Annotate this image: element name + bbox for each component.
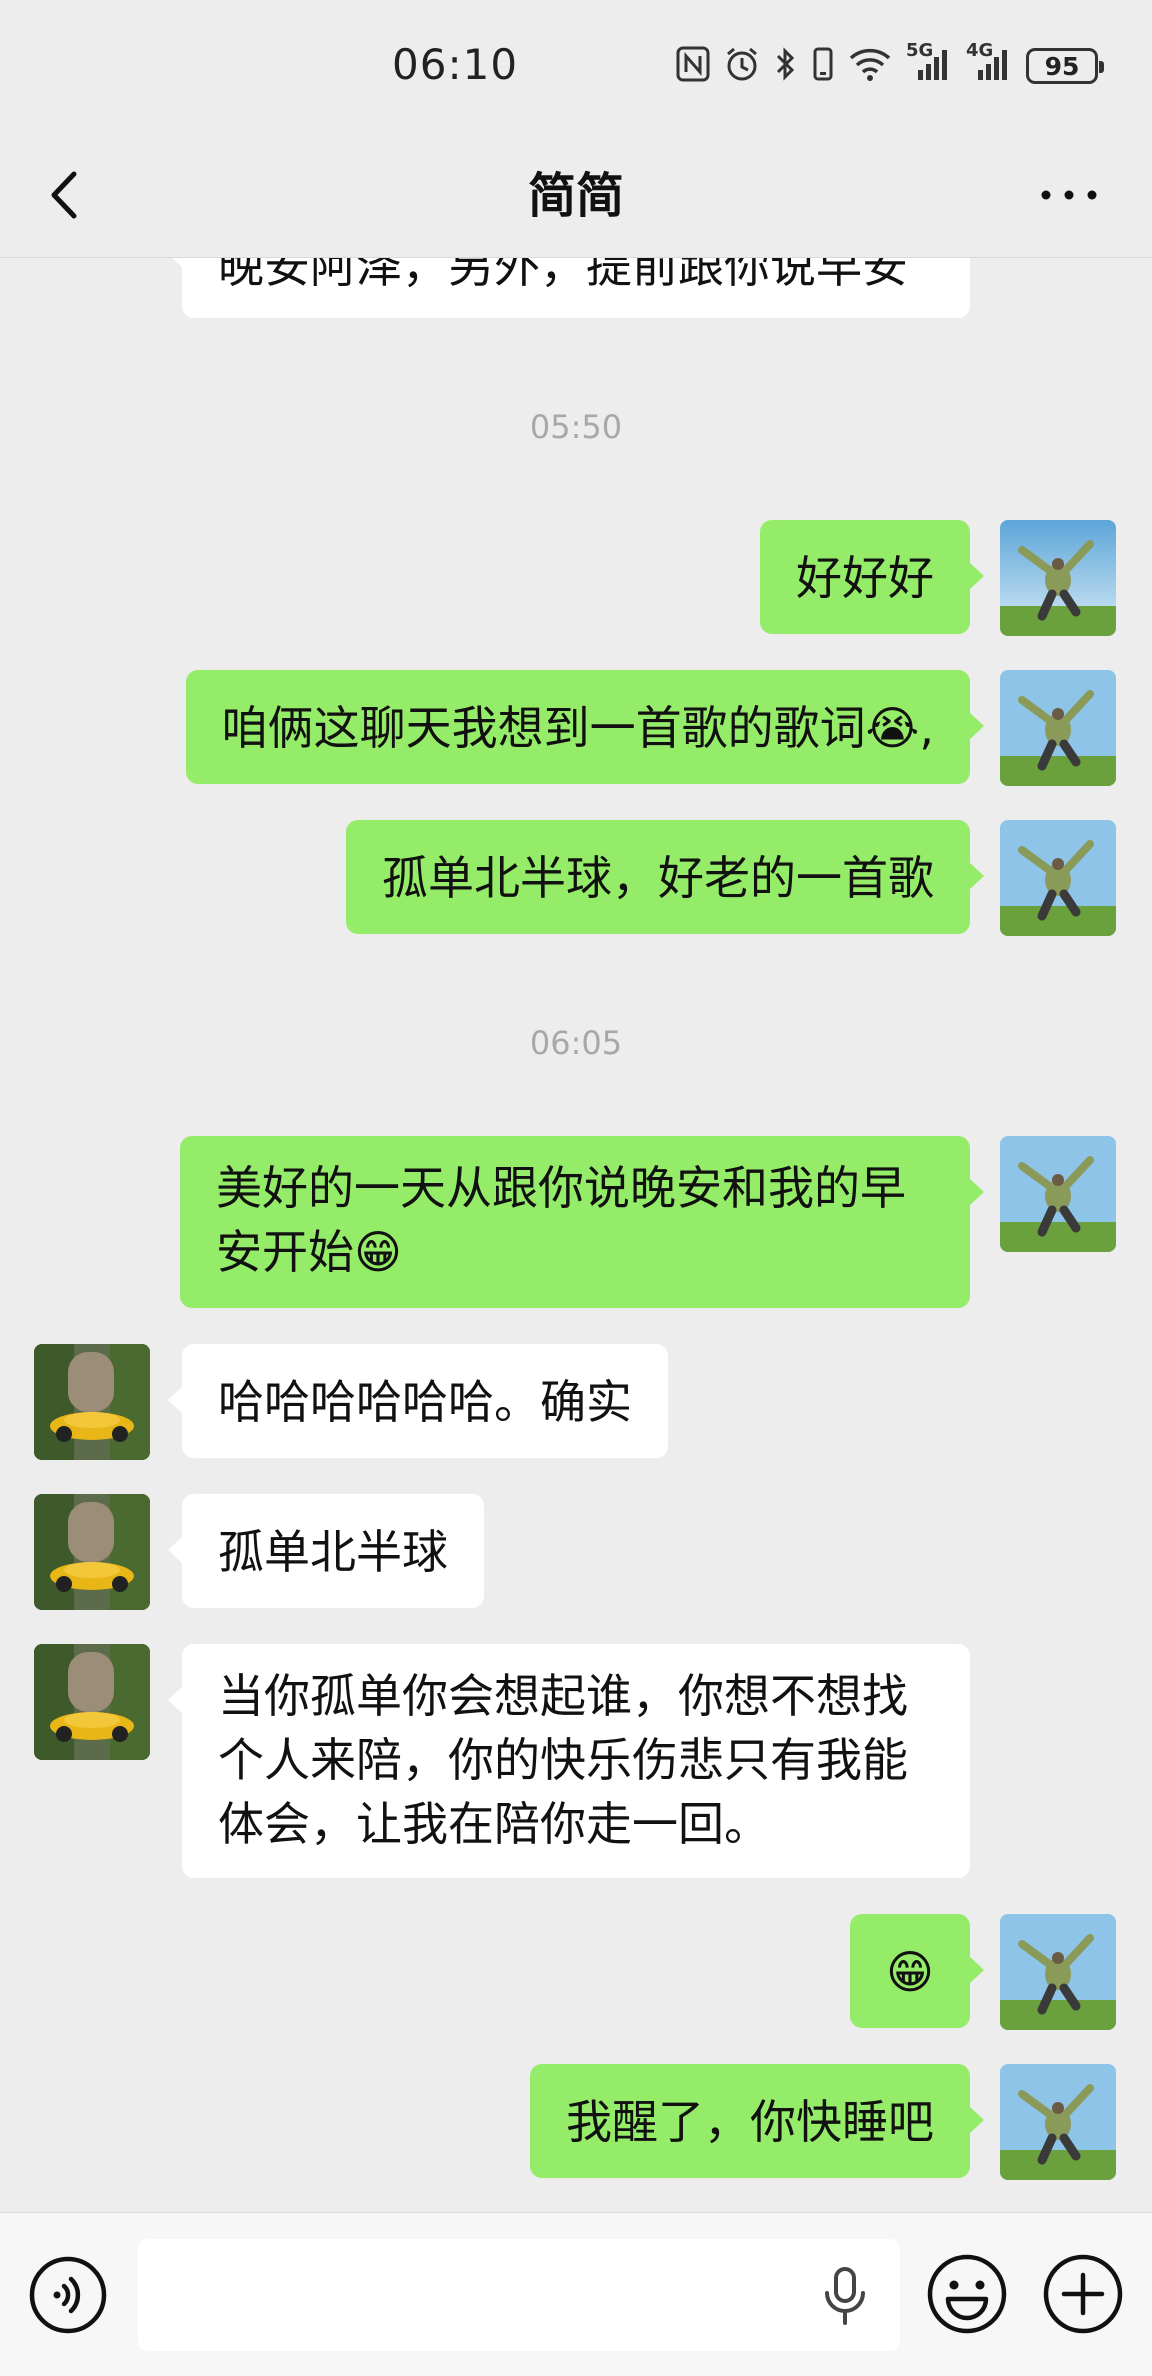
vibrate-icon bbox=[812, 46, 834, 86]
message-text: 好好好 bbox=[796, 551, 934, 605]
plus-icon[interactable] bbox=[1042, 2253, 1124, 2335]
status-time: 06:10 bbox=[392, 40, 519, 89]
signal-4g-icon: 4G bbox=[966, 40, 1012, 86]
message-text: 美好的一天从跟你说晚安和我的早安开始😁 bbox=[216, 1161, 906, 1279]
chat-header: 简简 bbox=[0, 130, 1152, 258]
battery-icon: 95 bbox=[1026, 48, 1104, 84]
avatar-self[interactable] bbox=[1000, 1914, 1116, 2030]
timestamp: 06:05 bbox=[529, 1024, 623, 1062]
message-text: 孤单北半球，好老的一首歌 bbox=[382, 851, 934, 905]
message-text: 当你孤单你会想起谁，你想不想找个人来陪，你的快乐伤悲只有我能体会，让我在陪你走一… bbox=[218, 1669, 908, 1851]
chat-title: 简简 bbox=[527, 168, 624, 224]
signal-5g-icon: 5G bbox=[906, 40, 952, 86]
message-input[interactable] bbox=[138, 2239, 900, 2351]
avatar-self[interactable] bbox=[1000, 2064, 1116, 2180]
alarm-icon bbox=[724, 46, 760, 86]
message-bubble-sent[interactable]: 好好好 bbox=[760, 520, 984, 634]
message-text: 晚安阿泽，另外，提前跟你说早安 bbox=[218, 258, 908, 293]
message-bubble-sent[interactable]: 😁 bbox=[850, 1914, 984, 2028]
message-bubble-sent[interactable]: 孤单北半球，好老的一首歌 bbox=[346, 820, 984, 934]
status-icons: 5G 4G 95 bbox=[676, 40, 1104, 88]
message-bubble-received[interactable]: 哈哈哈哈哈哈。确实 bbox=[168, 1344, 668, 1458]
avatar-self[interactable] bbox=[1000, 670, 1116, 786]
message-text: 😁 bbox=[886, 1945, 934, 1999]
message-bubble-received[interactable]: 当你孤单你会想起谁，你想不想找个人来陪，你的快乐伤悲只有我能体会，让我在陪你走一… bbox=[168, 1644, 970, 1878]
nfc-icon bbox=[676, 46, 710, 86]
message-text: 我醒了，你快睡吧 bbox=[566, 2095, 934, 2149]
wifi-icon bbox=[848, 46, 892, 86]
message-text: 哈哈哈哈哈哈。确实 bbox=[218, 1375, 632, 1429]
avatar-contact[interactable] bbox=[34, 1494, 150, 1610]
message-text: 孤单北半球 bbox=[218, 1525, 448, 1579]
signal-5g-label: 5G bbox=[906, 40, 934, 61]
avatar-self[interactable] bbox=[1000, 820, 1116, 936]
more-icon[interactable] bbox=[1036, 170, 1102, 220]
message-bubble-sent[interactable]: 咱俩这聊天我想到一首歌的歌词😭, bbox=[185, 670, 985, 784]
avatar-contact[interactable] bbox=[34, 1344, 150, 1460]
timestamp: 05:50 bbox=[529, 408, 623, 446]
message-text: 咱俩这聊天我想到一首歌的歌词😭, bbox=[221, 701, 934, 755]
status-bar: 06:10 5G 4G 95 bbox=[0, 0, 1152, 130]
bluetooth-icon bbox=[774, 46, 798, 86]
avatar-self[interactable] bbox=[1000, 520, 1116, 636]
input-bar bbox=[0, 2212, 1152, 2376]
message-bubble-received[interactable]: 晚安阿泽，另外，提前跟你说早安 bbox=[168, 258, 970, 318]
chat-messages[interactable]: 晚安阿泽，另外，提前跟你说早安 05:50 好好好 咱俩这聊天我想到一首歌的歌词… bbox=[0, 258, 1152, 2212]
signal-4g-label: 4G bbox=[966, 40, 994, 61]
message-bubble-sent[interactable]: 美好的一天从跟你说晚安和我的早安开始😁 bbox=[180, 1136, 984, 1308]
message-bubble-sent[interactable]: 我醒了，你快睡吧 bbox=[530, 2064, 984, 2178]
voice-icon[interactable] bbox=[28, 2255, 108, 2335]
message-bubble-received[interactable]: 孤单北半球 bbox=[168, 1494, 484, 1608]
emoji-icon[interactable] bbox=[926, 2253, 1008, 2335]
mic-icon[interactable] bbox=[820, 2265, 870, 2327]
avatar-self[interactable] bbox=[1000, 1136, 1116, 1252]
avatar-contact[interactable] bbox=[34, 1644, 150, 1760]
